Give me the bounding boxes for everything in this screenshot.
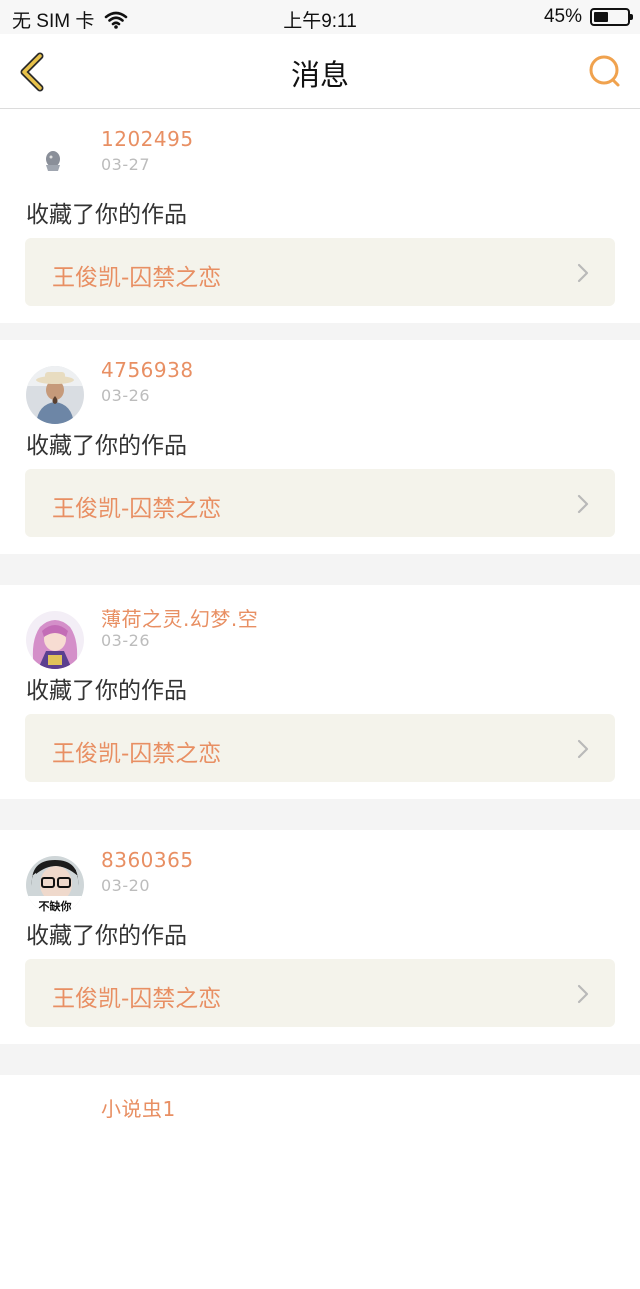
message-card: 不缺你 8360365 03-20 收藏了你的作品 王俊凯-囚禁之恋: [0, 830, 640, 1044]
work-title: 王俊凯-囚禁之恋: [52, 986, 222, 1012]
action-text: 收藏了你的作品: [26, 202, 187, 228]
battery-icon: [590, 8, 633, 26]
work-title: 王俊凯-囚禁之恋: [52, 496, 222, 522]
username[interactable]: 薄荷之灵.幻梦.空: [101, 603, 258, 632]
message-card: 薄荷之灵.幻梦.空 03-26 收藏了你的作品 王俊凯-囚禁之恋: [0, 585, 640, 799]
avatar[interactable]: [26, 366, 84, 424]
message-date: 03-27: [101, 155, 150, 174]
chevron-left-icon: [20, 52, 44, 92]
chevron-right-icon: [577, 739, 589, 759]
chevron-right-icon: [577, 263, 589, 283]
work-link[interactable]: 王俊凯-囚禁之恋: [25, 238, 615, 306]
search-button[interactable]: [586, 52, 626, 92]
avatar[interactable]: [26, 135, 84, 193]
search-icon: [589, 55, 620, 87]
work-link[interactable]: 王俊凯-囚禁之恋: [25, 714, 615, 782]
action-text: 收藏了你的作品: [26, 678, 187, 704]
work-link[interactable]: 王俊凯-囚禁之恋: [25, 469, 615, 537]
message-date: 03-26: [101, 386, 150, 405]
chevron-right-icon: [577, 494, 589, 514]
status-bar: 无 SIM 卡 上午9:11 45%: [0, 0, 640, 34]
page-title: 消息: [290, 58, 349, 92]
action-text: 收藏了你的作品: [26, 433, 187, 459]
username[interactable]: 1202495: [101, 127, 194, 151]
man-with-hat-avatar: [26, 366, 84, 424]
work-title: 王俊凯-囚禁之恋: [52, 265, 222, 291]
glasses-person-avatar: 不缺你: [26, 856, 84, 914]
back-button[interactable]: [14, 50, 50, 94]
battery-level: [594, 12, 609, 22]
username[interactable]: 8360365: [101, 848, 194, 872]
message-card: 1202495 03-27 收藏了你的作品 王俊凯-囚禁之恋: [0, 109, 640, 323]
small-gray-figure-avatar: [26, 135, 84, 193]
work-title: 王俊凯-囚禁之恋: [52, 741, 222, 767]
battery-percent: 45%: [543, 6, 582, 27]
username[interactable]: 小说虫1: [101, 1093, 176, 1122]
anime-girl-avatar: [26, 611, 84, 669]
username[interactable]: 4756938: [101, 358, 194, 382]
work-link[interactable]: 王俊凯-囚禁之恋: [25, 959, 615, 1027]
avatar[interactable]: 不缺你: [26, 856, 84, 914]
avatar[interactable]: [26, 611, 84, 669]
status-right: 45%: [543, 6, 633, 28]
message-date: 03-26: [101, 631, 150, 650]
message-card: 4756938 03-26 收藏了你的作品 王俊凯-囚禁之恋: [0, 340, 640, 554]
avatar-caption: 不缺你: [39, 899, 72, 913]
message-date: 03-20: [101, 876, 150, 895]
nav-bar: 消息: [0, 34, 640, 109]
action-text: 收藏了你的作品: [26, 923, 187, 949]
message-card: 小说虫1: [0, 1075, 640, 1289]
chevron-right-icon: [577, 984, 589, 1004]
